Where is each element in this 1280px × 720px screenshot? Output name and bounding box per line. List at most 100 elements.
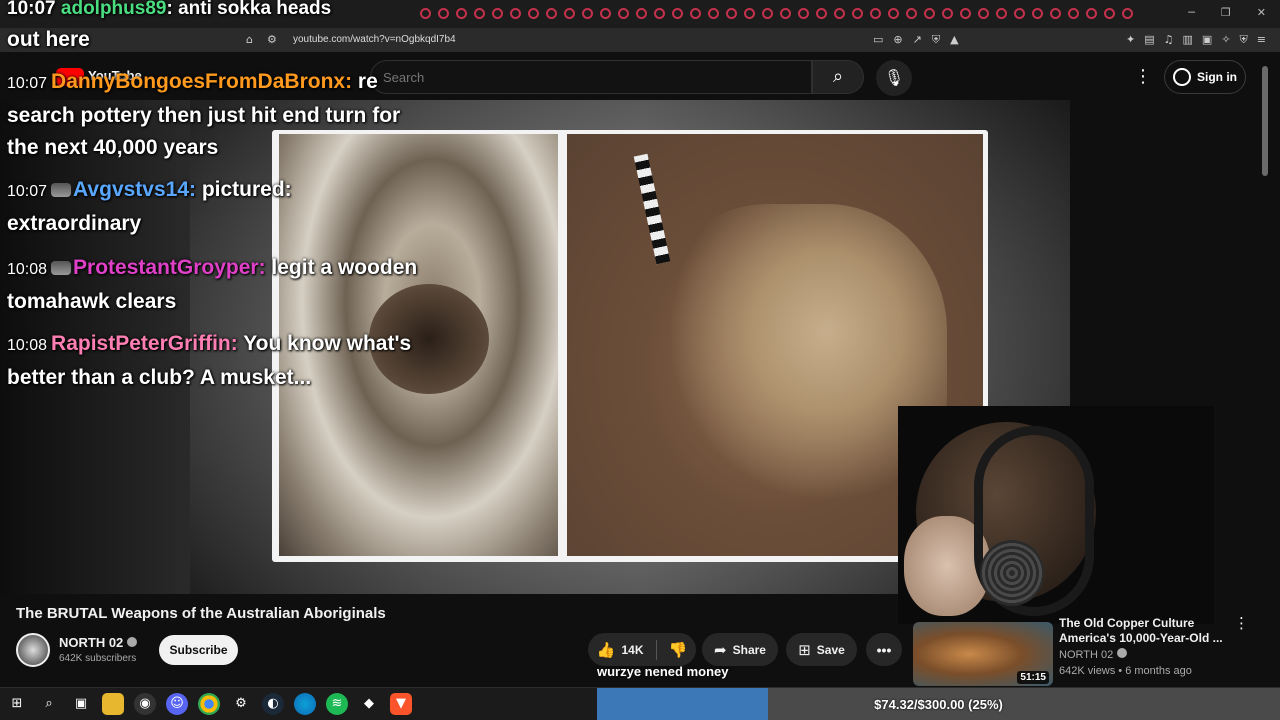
tab-icon[interactable]	[1086, 8, 1097, 19]
tab-icon[interactable]	[888, 8, 899, 19]
voice-search-button[interactable]: 🎙	[876, 60, 912, 96]
chat-time: 10:08	[7, 337, 48, 354]
recommended-thumbnail[interactable]: 51:15	[913, 622, 1053, 686]
vpn-icon[interactable]: ⛨	[1240, 33, 1248, 47]
more-actions-button[interactable]: •••	[866, 633, 902, 666]
menu-icon[interactable]: ≡	[1257, 33, 1266, 47]
channel-name[interactable]: NORTH 02	[59, 635, 138, 650]
thumbs-down-icon[interactable]: 👎	[669, 641, 688, 659]
tab-icon[interactable]	[690, 8, 701, 19]
reader-icon[interactable]: ▥	[1183, 33, 1193, 47]
tab-icon[interactable]	[1122, 8, 1133, 19]
tab-icon[interactable]	[762, 8, 773, 19]
tab-icon[interactable]	[780, 8, 791, 19]
like-dislike-group: 👍 14K 👎	[588, 633, 696, 666]
tab-icon[interactable]	[546, 8, 557, 19]
tab-icon[interactable]	[510, 8, 521, 19]
obs-icon[interactable]: ◉	[134, 693, 156, 715]
restore-icon[interactable]: ❐	[1221, 6, 1231, 19]
discord-icon[interactable]: ☺	[166, 693, 188, 715]
tab-icon[interactable]	[1032, 8, 1043, 19]
share-button[interactable]: ➦ Share	[702, 633, 778, 666]
address-bar[interactable]: youtube.com/watch?v=nOgbkqdI7b4	[293, 34, 456, 45]
sign-in-button[interactable]: Sign in	[1164, 60, 1246, 94]
save-button[interactable]: ⊞ Save	[786, 633, 857, 666]
music-icon[interactable]: ♫	[1164, 33, 1174, 47]
screen: ─ ❐ ✕ ⌂ ⚙ youtube.com/watch?v=nOgbkqdI7b…	[0, 0, 1280, 720]
settings-icon[interactable]: ⚙	[230, 693, 252, 715]
tab-icon[interactable]	[996, 8, 1007, 19]
recommended-title[interactable]: The Old Copper Culture America's 10,000-…	[1059, 616, 1224, 646]
thumbs-up-icon[interactable]: 👍	[597, 641, 616, 659]
tab-icon[interactable]	[1104, 8, 1115, 19]
scroll-thumb[interactable]	[1262, 66, 1268, 176]
chrome-icon[interactable]	[198, 693, 220, 715]
recommended-menu-button[interactable]: ⋮	[1234, 614, 1249, 632]
task-view-icon[interactable]: ▣	[70, 693, 92, 715]
tab-icon[interactable]	[708, 8, 719, 19]
file-explorer-icon[interactable]	[102, 693, 124, 715]
search-icon[interactable]: ⌕	[38, 693, 60, 715]
tab-icon[interactable]	[834, 8, 845, 19]
tab-icon[interactable]	[420, 8, 431, 19]
tab-icon[interactable]	[744, 8, 755, 19]
tab-icon[interactable]	[564, 8, 575, 19]
tab-icon[interactable]	[906, 8, 917, 19]
tab-icon[interactable]	[978, 8, 989, 19]
search-input[interactable]	[370, 60, 812, 94]
wallet-icon[interactable]: ▣	[1202, 33, 1212, 47]
tab-icon[interactable]	[852, 8, 863, 19]
tab-icon[interactable]	[1014, 8, 1025, 19]
tab-icon[interactable]	[528, 8, 539, 19]
tab-icon[interactable]	[870, 8, 881, 19]
tab-icon[interactable]	[474, 8, 485, 19]
site-info-icon[interactable]: ⚙	[267, 33, 277, 46]
tab-icon[interactable]	[942, 8, 953, 19]
settings-menu-button[interactable]: ⋮	[1134, 66, 1152, 87]
tab-icon[interactable]	[1068, 8, 1079, 19]
chat-message: 10:08 ProtestantGroyper: legit a wooden t…	[7, 252, 427, 318]
game-icon[interactable]: ◆	[358, 693, 380, 715]
leo-icon[interactable]: ✧	[1221, 33, 1230, 47]
tab-icon[interactable]	[582, 8, 593, 19]
tab-icon[interactable]	[1050, 8, 1061, 19]
windows-start-icon[interactable]: ⊞	[6, 693, 28, 715]
tab-icon[interactable]	[654, 8, 665, 19]
tab-icon[interactable]	[492, 8, 503, 19]
tab-icon[interactable]	[726, 8, 737, 19]
zoom-icon[interactable]: ⊕	[893, 33, 902, 47]
chat-time: 10:08	[7, 261, 48, 278]
close-icon[interactable]: ✕	[1257, 6, 1266, 19]
channel-avatar[interactable]	[16, 633, 50, 667]
page-scrollbar[interactable]	[1262, 64, 1268, 688]
edge-icon[interactable]	[294, 693, 316, 715]
tab-icon[interactable]	[924, 8, 935, 19]
like-count[interactable]: 14K	[621, 643, 643, 657]
chat-message: 10:07 Avgvstvs14: pictured: extraordinary	[7, 174, 427, 240]
minimize-icon[interactable]: ─	[1188, 6, 1195, 19]
windows-taskbar: ⊞ ⌕ ▣ ◉ ☺ ⚙ ◐ ≋ ◆ ▼ $74.32/$300.00 (25%)	[0, 687, 1280, 720]
share-page-icon[interactable]: ↗	[913, 33, 922, 47]
tab-icon[interactable]	[618, 8, 629, 19]
tab-icon[interactable]	[960, 8, 971, 19]
tab-icon[interactable]	[798, 8, 809, 19]
tab-icon[interactable]	[456, 8, 467, 19]
steam-icon[interactable]: ◐	[262, 693, 284, 715]
tab-icon[interactable]	[816, 8, 827, 19]
subscribe-button[interactable]: Subscribe	[159, 635, 238, 665]
triangle-icon[interactable]: ▲	[950, 33, 958, 47]
tab-icon[interactable]	[672, 8, 683, 19]
screen-icon[interactable]: ▭	[873, 33, 883, 47]
sidebar-icon[interactable]: ▤	[1144, 33, 1154, 47]
tab-icon[interactable]	[438, 8, 449, 19]
bookmark-icon[interactable]: ⌂	[246, 33, 253, 46]
tab-icon[interactable]	[636, 8, 647, 19]
search-button[interactable]: ⌕	[812, 60, 864, 94]
brave-icon[interactable]: ▼	[390, 693, 412, 715]
tab-icon[interactable]	[600, 8, 611, 19]
spotify-icon[interactable]: ≋	[326, 693, 348, 715]
recommended-channel[interactable]: NORTH 02	[1059, 648, 1128, 661]
extension-icon[interactable]: ✦	[1126, 33, 1135, 47]
chat-username: ProtestantGroyper	[73, 256, 259, 279]
shield-icon[interactable]: ⛨	[932, 33, 940, 47]
